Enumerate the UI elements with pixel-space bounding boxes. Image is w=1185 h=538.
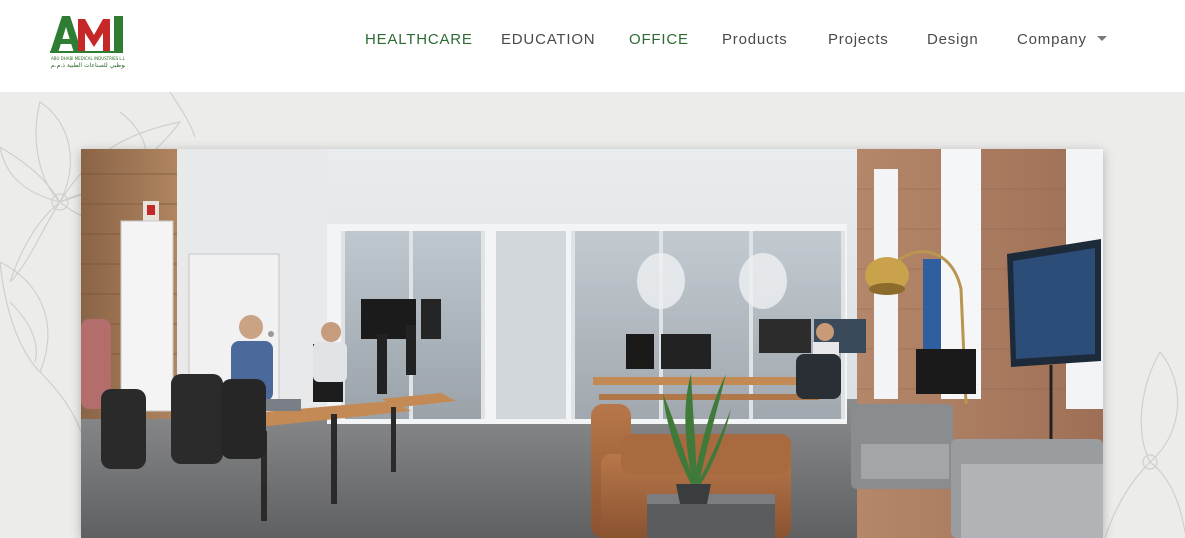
nav-item-company-label: Company (1017, 31, 1087, 48)
nav-item-projects[interactable]: Projects (828, 31, 889, 48)
nav-item-healthcare[interactable]: HEALTHCARE (365, 31, 473, 48)
nav-item-design[interactable]: Design (927, 31, 979, 48)
hero-section (0, 92, 1185, 538)
brand-logo[interactable]: ABU DHABI MEDICAL INDUSTRIES L.L.C أبوظب… (48, 13, 126, 73)
logo-tagline-en: ABU DHABI MEDICAL INDUSTRIES L.L.C (51, 56, 125, 61)
chevron-down-icon (1096, 35, 1107, 41)
logo-mark (50, 16, 123, 53)
nav-item-products[interactable]: Products (722, 31, 788, 48)
nav-item-education[interactable]: EDUCATION (501, 31, 595, 48)
site-header: ABU DHABI MEDICAL INDUSTRIES L.L.C أبوظب… (0, 0, 1185, 92)
nav-item-office[interactable]: OFFICE (629, 31, 689, 48)
logo-tagline-ar: أبوظبي للصناعات الطبية ذ.م.م (51, 62, 125, 69)
nav-item-company[interactable]: Company (1017, 31, 1107, 48)
office-photo (81, 149, 1103, 538)
floral-decoration-right (1104, 350, 1185, 538)
floral-decoration-left-lower (0, 261, 86, 442)
